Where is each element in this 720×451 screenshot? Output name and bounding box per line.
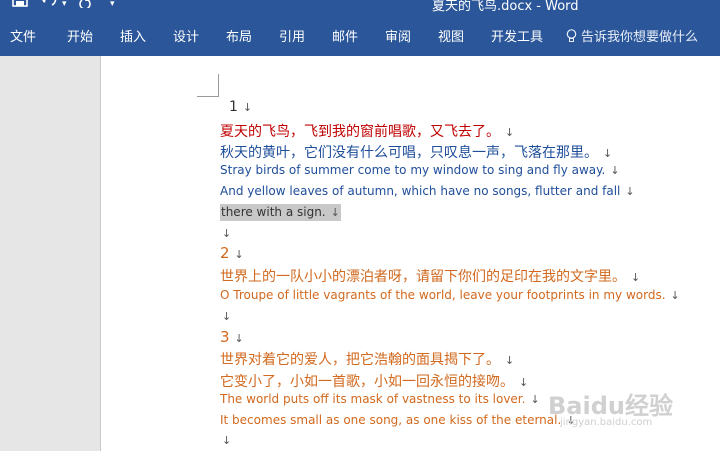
section-number-1: 1 ↓ xyxy=(229,99,253,115)
margin-crop-mark xyxy=(218,74,219,97)
tell-me-label: 告诉我你想要做什么 xyxy=(581,30,699,45)
tab-developer[interactable]: 开发工具 xyxy=(491,26,543,45)
tab-home[interactable]: 开始 xyxy=(67,26,93,45)
tab-references[interactable]: 引用 xyxy=(279,26,305,45)
tab-layout[interactable]: 布局 xyxy=(226,26,252,45)
redo-icon[interactable] xyxy=(78,0,92,12)
navigation-pane xyxy=(0,56,101,451)
tab-file[interactable]: 文件 xyxy=(10,26,36,45)
ribbon-tabs: 文件 开始 插入 设计 布局 引用 邮件 审阅 视图 开发工具 告诉我你想要做什… xyxy=(0,16,720,56)
save-icon[interactable] xyxy=(12,0,28,12)
tab-insert[interactable]: 插入 xyxy=(120,26,146,45)
verse-1-english-line: And yellow leaves of autumn, which have … xyxy=(220,184,635,198)
verse-3-chinese-line: 它变小了，小如一首歌，小如一回永恒的接吻。 ↓ xyxy=(220,374,529,390)
tell-me-search[interactable]: 告诉我你想要做什么 xyxy=(566,26,698,47)
verse-1-english-line: Stray birds of summer come to my window … xyxy=(220,163,620,177)
verse-1-chinese-line: 夏天的飞鸟，飞到我的窗前唱歌，又飞去了。 ↓ xyxy=(220,124,515,140)
empty-paragraph: ↓ xyxy=(222,227,232,240)
undo-icon[interactable] xyxy=(40,0,58,12)
tab-view[interactable]: 视图 xyxy=(438,26,464,45)
verse-2-chinese-line: 世界上的一队小小的漂泊者呀，请留下你们的足印在我的文字里。 ↓ xyxy=(220,269,641,285)
tab-design[interactable]: 设计 xyxy=(173,26,199,45)
undo-dropdown-icon[interactable]: ▾ xyxy=(62,0,67,9)
margin-crop-mark xyxy=(197,96,219,97)
empty-paragraph: ↓ xyxy=(222,434,232,447)
tab-mailings[interactable]: 邮件 xyxy=(332,26,358,45)
selected-text[interactable]: there with a sign. ↓ xyxy=(220,204,341,221)
verse-2-english-line: O Troupe of little vagrants of the world… xyxy=(220,288,680,302)
verse-3-english-line: It becomes small as one song, as one kis… xyxy=(220,413,576,427)
verse-3-chinese-line: 世界对着它的爱人，把它浩翰的面具揭下了。 ↓ xyxy=(220,352,515,368)
lightbulb-icon xyxy=(566,29,577,47)
section-number-3: 3 ↓ xyxy=(220,328,244,346)
baidu-watermark: Baidu经验 jingyan.baidu.com xyxy=(548,392,673,428)
empty-paragraph: ↓ xyxy=(222,310,232,323)
section-number-2: 2 ↓ xyxy=(220,244,244,262)
tab-review[interactable]: 审阅 xyxy=(385,26,411,45)
verse-1-chinese-line: 秋天的黄叶，它们没有什么可唱，只叹息一声，飞落在那里。 ↓ xyxy=(220,145,613,161)
verse-3-english-line: The world puts off its mask of vastness … xyxy=(220,392,540,406)
title-bar: ▾ ▾ 夏天的飞鸟.docx - Word xyxy=(0,0,720,16)
window-title: 夏天的飞鸟.docx - Word xyxy=(432,0,579,14)
customize-qat-icon[interactable]: ▾ xyxy=(110,0,115,9)
